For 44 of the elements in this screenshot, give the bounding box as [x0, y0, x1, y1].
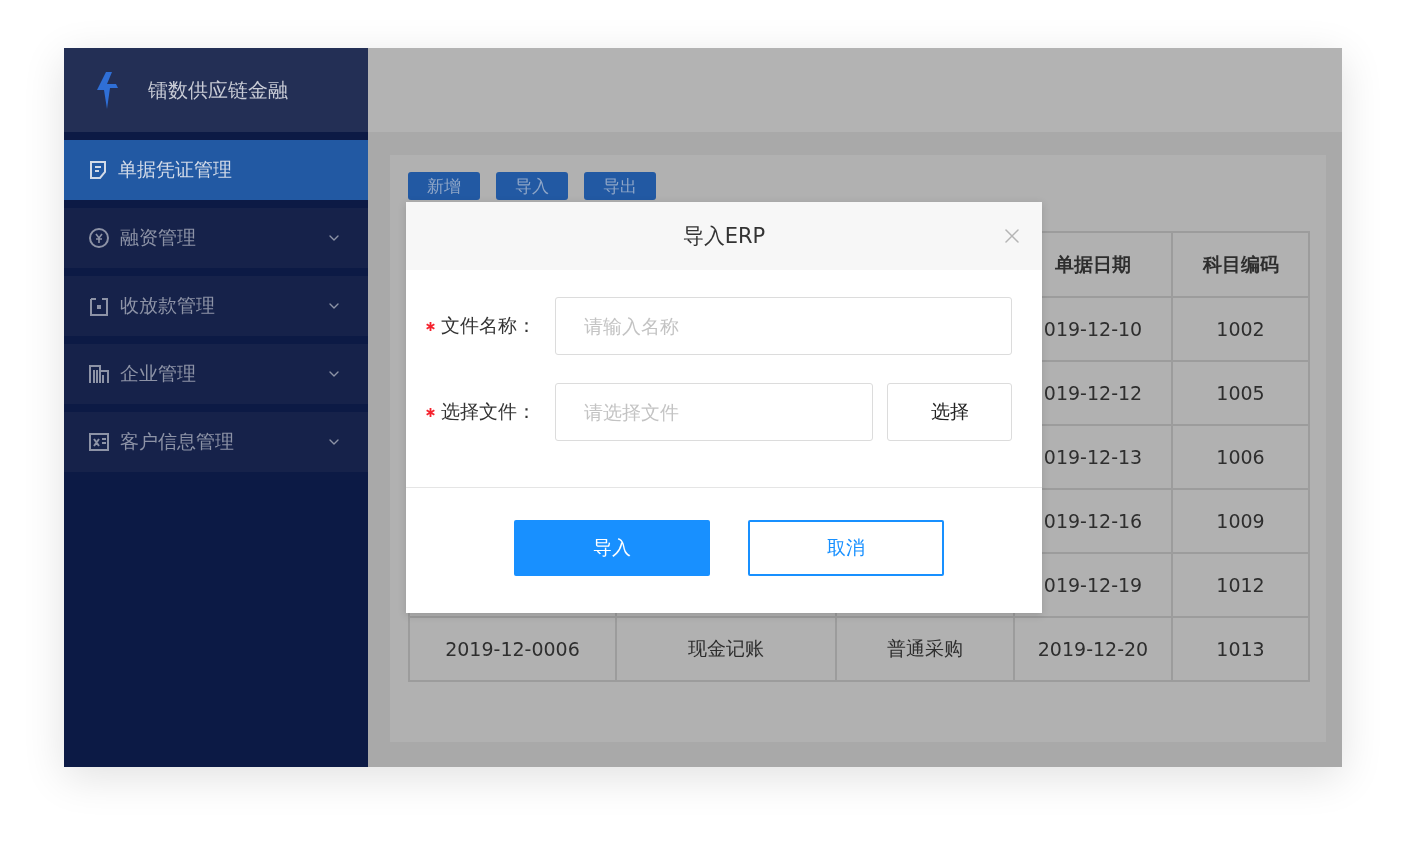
table-cell: 019-12-13	[1043, 446, 1143, 468]
sidebar-item-label: 收放款管理	[120, 293, 216, 318]
toolbar-button[interactable]: 导出	[584, 172, 656, 200]
document-icon	[88, 160, 108, 180]
table-cell: 1013	[1216, 638, 1265, 660]
column-header: 科目编码	[1202, 251, 1279, 277]
brand-name: 镭数供应链金融	[148, 76, 288, 104]
sidebar-item[interactable]: 企业管理	[64, 344, 368, 404]
table-cell: 019-12-12	[1043, 382, 1143, 404]
building-icon	[88, 363, 110, 385]
toolbar-button[interactable]: 导入	[496, 172, 568, 200]
sidebar-item-label: 客户信息管理	[120, 429, 235, 454]
sidebar-item[interactable]: 单据凭证管理	[64, 140, 368, 200]
sidebar-item-label: 融资管理	[120, 225, 197, 250]
sidebar-item-label: 单据凭证管理	[118, 157, 233, 182]
table-cell: 1009	[1216, 510, 1265, 532]
sidebar-item[interactable]: 融资管理	[64, 208, 368, 268]
table-cell: 2019-12-0006	[445, 638, 580, 660]
table-cell-text: 现金记账	[688, 636, 764, 661]
import-button[interactable]: 导入	[514, 520, 710, 576]
sidebar-item-label: 企业管理	[120, 361, 197, 386]
name-input-field[interactable]: 请输入名称	[555, 297, 1012, 355]
table-cell: 1012	[1216, 574, 1265, 596]
table-cell: 1005	[1216, 382, 1265, 404]
sidebar-item[interactable]: 客户信息管理	[64, 412, 368, 472]
toolbar-button[interactable]: 新增	[408, 172, 480, 200]
id-card-icon	[88, 431, 110, 453]
table-cell: 019-12-10	[1043, 318, 1143, 340]
file-input-field[interactable]: 请选择文件	[555, 383, 873, 441]
table-cell: 019-12-16	[1043, 510, 1143, 532]
sidebar-item[interactable]: 收放款管理	[64, 276, 368, 336]
choose-file-button[interactable]: 选择	[887, 383, 1012, 441]
field-label: 文件名称：	[441, 313, 536, 338]
field-label: 选择文件：	[441, 399, 536, 424]
table-cell-text: 普通采购	[887, 636, 963, 661]
table-cell: 1006	[1216, 446, 1265, 468]
table-cell: 019-12-19	[1043, 574, 1143, 596]
dialog-title: 导入ERP	[682, 223, 766, 250]
table-cell: 2019-12-20	[1037, 638, 1149, 660]
table-cell: 1002	[1216, 318, 1265, 340]
coin-icon	[88, 227, 110, 249]
cancel-button[interactable]: 取消	[748, 520, 944, 576]
column-header: 单据日期	[1055, 251, 1131, 277]
wallet-icon	[88, 295, 110, 317]
